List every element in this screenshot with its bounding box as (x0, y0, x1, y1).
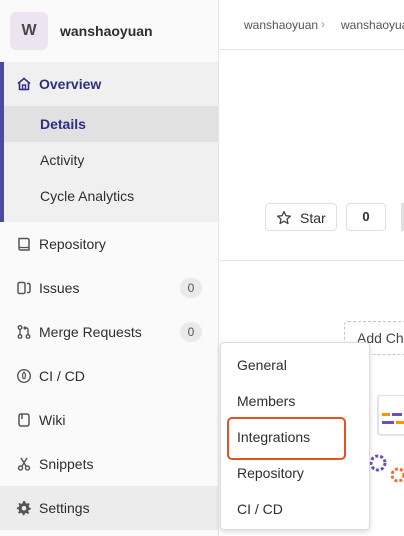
menu-item-members[interactable]: Members (221, 384, 369, 418)
issues-icon (17, 281, 31, 295)
star-button[interactable]: Star (265, 203, 337, 231)
sidebar-item-label: Overview (39, 76, 102, 92)
sidebar-item-merge-requests[interactable]: Merge Requests 0 (0, 310, 218, 354)
sidebar-subitem-details[interactable]: Details (4, 106, 218, 142)
menu-item-label: Repository (237, 465, 304, 481)
chevron-right-icon: › (321, 17, 325, 31)
sidebar-item-label: CI / CD (39, 368, 85, 384)
merge-request-icon (17, 325, 31, 339)
menu-item-ci-cd[interactable]: CI / CD (221, 492, 369, 526)
breadcrumb-link-project[interactable]: wanshaoyuan (341, 18, 404, 32)
breadcrumb: wanshaoyuan › wanshaoyuan (220, 0, 404, 50)
menu-item-label: CI / CD (237, 501, 283, 517)
section-divider (220, 260, 404, 261)
avatar[interactable]: W (10, 12, 48, 50)
wiki-icon (18, 413, 30, 427)
rocket-icon (16, 368, 32, 384)
project-name[interactable]: wanshaoyuan (60, 23, 153, 39)
sidebar-item-label: Wiki (39, 412, 66, 428)
sidebar-subitem-label: Cycle Analytics (40, 188, 135, 204)
sidebar-item-label: Snippets (39, 456, 94, 472)
menu-item-repository[interactable]: Repository (221, 456, 369, 490)
sidebar-item-issues[interactable]: Issues 0 (0, 266, 218, 310)
menu-item-label: General (237, 357, 287, 373)
sidebar-item-repository[interactable]: Repository (0, 222, 218, 266)
sidebar: W wanshaoyuan Overview Details Activity … (0, 0, 219, 536)
merge-requests-count-badge: 0 (180, 322, 202, 342)
home-icon (17, 77, 31, 91)
sidebar-item-label: Issues (39, 280, 80, 296)
menu-item-general[interactable]: General (221, 348, 369, 382)
star-icon (276, 210, 292, 225)
sidebar-subitem-activity[interactable]: Activity (4, 142, 218, 178)
sidebar-item-ci-cd[interactable]: CI / CD (0, 354, 218, 398)
book-icon (18, 237, 30, 251)
project-header[interactable]: W wanshaoyuan (0, 0, 218, 62)
breadcrumb-link-owner[interactable]: wanshaoyuan (244, 18, 318, 32)
sidebar-item-overview: Overview Details Activity Cycle Analytic… (0, 62, 218, 222)
scissors-icon (17, 457, 31, 471)
gear-icon (16, 501, 31, 516)
sidebar-item-label: Merge Requests (39, 324, 142, 340)
menu-item-label: Members (237, 393, 296, 409)
sidebar-item-wiki[interactable]: Wiki (0, 398, 218, 442)
sidebar-item-label: Repository (39, 236, 106, 252)
issues-count-badge: 0 (180, 278, 202, 298)
sidebar-subitem-label: Details (40, 116, 86, 132)
sidebar-item-label: Settings (39, 500, 90, 516)
sidebar-item-settings[interactable]: Settings (0, 486, 218, 530)
sidebar-subitem-cycle-analytics[interactable]: Cycle Analytics (4, 178, 218, 214)
overview-link[interactable]: Overview (4, 62, 218, 106)
star-count[interactable]: 0 (346, 203, 386, 231)
sidebar-subitem-label: Activity (40, 152, 85, 168)
integrations-highlight-box (227, 417, 346, 460)
star-button-label: Star (300, 210, 326, 226)
sidebar-item-snippets[interactable]: Snippets (0, 442, 218, 486)
